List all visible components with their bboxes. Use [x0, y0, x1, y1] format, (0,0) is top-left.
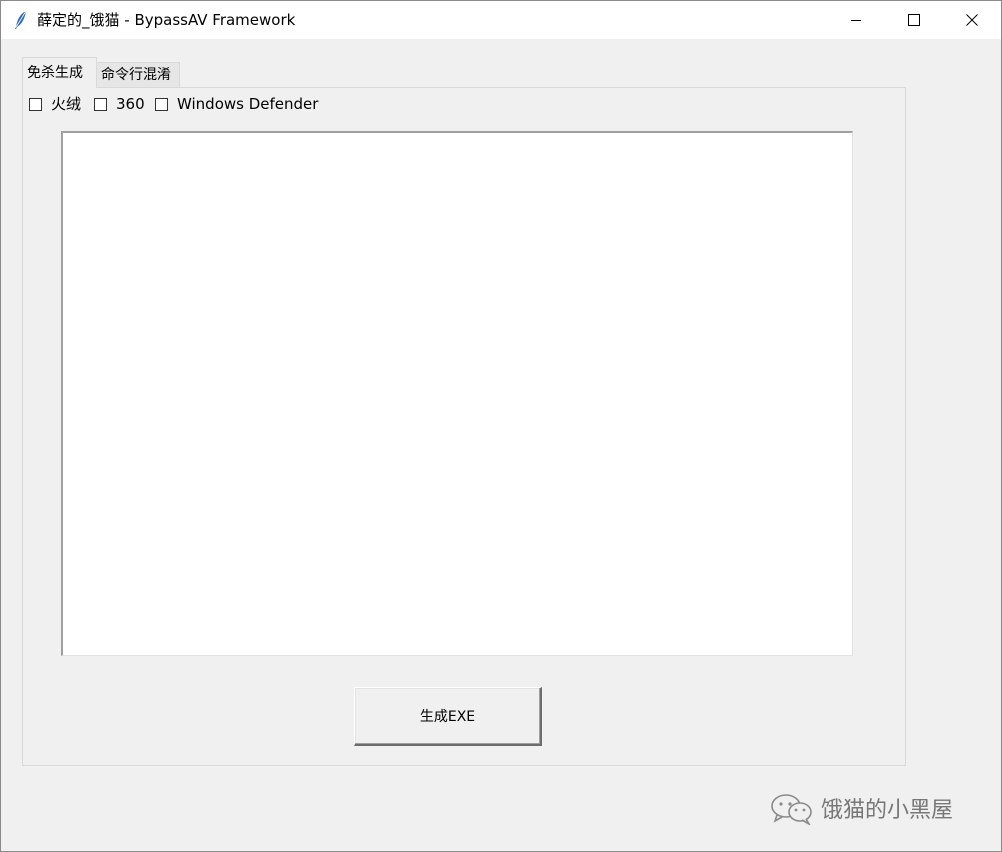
360-checkbox[interactable] [94, 97, 107, 111]
360-label: 360 [116, 95, 145, 113]
option-huorong[interactable]: 火绒 [29, 95, 81, 113]
wechat-icon [769, 793, 815, 829]
windows-defender-label: Windows Defender [177, 95, 319, 113]
maximize-icon [908, 11, 920, 30]
tab-command-obfuscation[interactable]: 命令行混淆 [96, 62, 180, 87]
huorong-label: 火绒 [51, 95, 82, 113]
minimize-icon [850, 11, 862, 30]
watermark: 饿猫的小黑屋 [769, 793, 953, 829]
huorong-checkbox[interactable] [29, 97, 42, 111]
windows-defender-checkbox[interactable] [155, 97, 168, 111]
generate-exe-label: 生成EXE [419, 709, 476, 725]
minimize-button[interactable] [827, 1, 885, 39]
maximize-button[interactable] [885, 1, 943, 39]
feather-icon [13, 10, 29, 30]
window-title: 薛定的_饿猫 - BypassAV Framework [37, 11, 296, 29]
close-icon [966, 11, 978, 30]
tab-bypass-generate[interactable]: 免杀生成 [22, 57, 97, 88]
option-360[interactable]: 360 [94, 95, 145, 113]
title-bar[interactable]: 薛定的_饿猫 - BypassAV Framework [1, 1, 1001, 39]
output-text-area[interactable] [61, 131, 853, 656]
generate-exe-button[interactable]: 生成EXE [354, 687, 542, 746]
option-windows-defender[interactable]: Windows Defender [155, 95, 318, 113]
watermark-text: 饿猫的小黑屋 [821, 798, 954, 823]
app-window: 薛定的_饿猫 - BypassAV Framework 免杀生成 命令行混淆 火… [0, 0, 1002, 852]
close-button[interactable] [943, 1, 1001, 39]
